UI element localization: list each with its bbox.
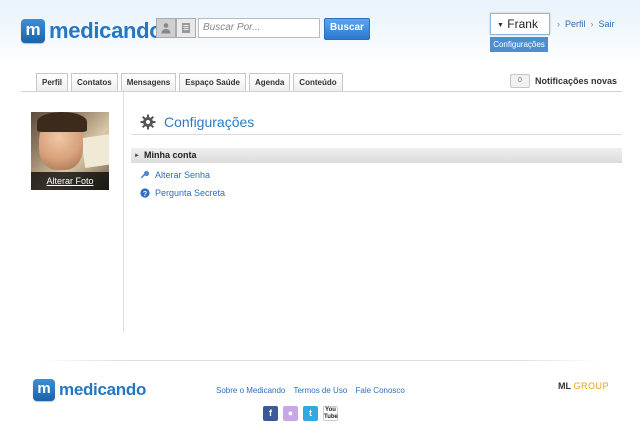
user-menu-item-configuracoes[interactable]: Configurações xyxy=(490,37,548,52)
search-button[interactable]: Buscar xyxy=(324,18,370,40)
tab-contatos[interactable]: Contatos xyxy=(71,73,118,91)
tabs-divider xyxy=(21,91,622,92)
footer-link-terms[interactable]: Termos de Uso xyxy=(293,386,347,395)
footer-link-contact[interactable]: Fale Conosco xyxy=(356,386,405,395)
social-links: f ● t You Tube xyxy=(263,406,343,421)
page-title-text: Configurações xyxy=(164,114,255,130)
secret-question-link[interactable]: ? Pergunta Secreta xyxy=(140,188,225,198)
footer-links: Sobre o Medicando Termos de Uso Fale Con… xyxy=(216,386,411,395)
key-icon xyxy=(140,170,150,179)
search-content-toggle[interactable] xyxy=(176,18,196,38)
twitter-icon[interactable]: t xyxy=(303,406,318,421)
separator: › xyxy=(557,19,560,29)
section-label: Minha conta xyxy=(143,150,197,160)
main-tabs: Perfil Contatos Mensagens Espaço Saúde A… xyxy=(36,73,346,91)
tab-mensagens[interactable]: Mensagens xyxy=(120,73,177,91)
svg-text:?: ? xyxy=(143,191,147,198)
page-title: Configurações xyxy=(140,114,254,130)
triangle-right-icon: ► xyxy=(134,153,140,159)
photo-paper xyxy=(81,134,109,168)
person-icon xyxy=(161,23,171,34)
change-photo-link[interactable]: Alterar Foto xyxy=(31,172,109,190)
change-password-label: Alterar Senha xyxy=(155,170,211,180)
flickr-icon[interactable]: ● xyxy=(283,406,298,421)
footer-logo-mark-icon: m xyxy=(33,379,55,401)
footer-logo-text: medicando xyxy=(59,380,147,399)
logout-link[interactable]: Sair xyxy=(599,19,615,29)
ml-group-logo[interactable]: ML GROUP xyxy=(558,381,609,391)
secret-question-label: Pergunta Secreta xyxy=(155,188,226,198)
column-divider xyxy=(123,92,124,332)
search-input[interactable]: Buscar Por... xyxy=(198,18,320,38)
logo-mark-icon: m xyxy=(21,19,45,43)
notification-count-badge: 0 xyxy=(510,74,530,88)
partner-prefix: ML xyxy=(558,381,571,391)
partner-suffix: GROUP xyxy=(573,381,610,391)
separator: › xyxy=(590,19,594,29)
photo-hair xyxy=(37,112,87,132)
logo-text: medicando xyxy=(49,18,163,43)
tab-espaco-saude[interactable]: Espaço Saúde xyxy=(179,73,246,91)
facebook-icon[interactable]: f xyxy=(263,406,278,421)
profile-link[interactable]: Perfil xyxy=(565,19,586,29)
document-icon xyxy=(182,23,190,33)
gear-icon xyxy=(140,114,156,130)
search-people-toggle[interactable] xyxy=(156,18,176,38)
footer-logo[interactable]: m medicando xyxy=(33,379,146,401)
footer-divider xyxy=(40,360,600,361)
logo[interactable]: m medicando xyxy=(21,18,163,44)
footer-link-about[interactable]: Sobre o Medicando xyxy=(216,386,285,395)
section-minha-conta[interactable]: ► Minha conta xyxy=(131,148,622,163)
tab-perfil[interactable]: Perfil xyxy=(36,73,69,91)
notifications[interactable]: 0 Notificações novas xyxy=(510,74,617,88)
caret-down-icon: ▼ xyxy=(497,22,504,29)
youtube-icon[interactable]: You Tube xyxy=(323,406,338,421)
title-divider xyxy=(131,134,622,135)
change-password-link[interactable]: Alterar Senha xyxy=(140,170,210,180)
search-bar: Buscar Por... Buscar xyxy=(156,18,370,40)
top-links: › Perfil › Sair xyxy=(552,19,615,29)
user-menu[interactable]: ▼ Frank xyxy=(490,13,550,35)
profile-photo[interactable]: Alterar Foto xyxy=(31,112,109,190)
help-icon: ? xyxy=(140,188,150,198)
tab-agenda[interactable]: Agenda xyxy=(248,73,291,91)
notifications-label: Notificações novas xyxy=(535,76,618,86)
tab-conteudo[interactable]: Conteúdo xyxy=(293,73,343,91)
user-name: Frank xyxy=(507,17,538,31)
